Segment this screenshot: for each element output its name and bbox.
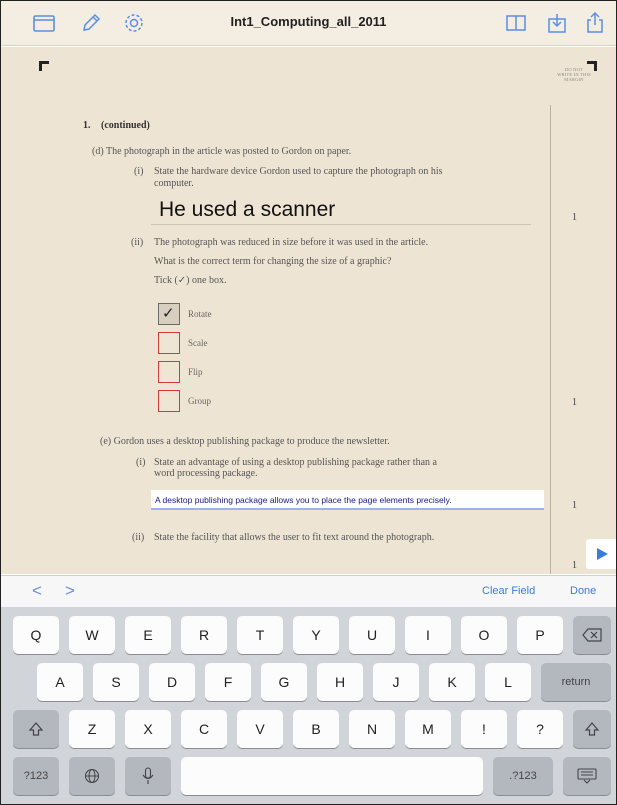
- key-z[interactable]: Z: [69, 710, 115, 748]
- shift-key-right[interactable]: [573, 710, 611, 748]
- key-r[interactable]: R: [181, 616, 227, 654]
- numbers-key-left[interactable]: ?123: [13, 757, 59, 795]
- play-icon: [597, 548, 608, 560]
- question-number: 1.: [83, 120, 91, 131]
- part-d-ii-question: What is the correct term for changing th…: [154, 256, 392, 267]
- key-i[interactable]: I: [405, 616, 451, 654]
- part-d-ii-text: The photograph was reduced in size befor…: [154, 237, 429, 248]
- key-h[interactable]: H: [317, 663, 363, 701]
- key-e[interactable]: E: [125, 616, 171, 654]
- shift-icon: [584, 722, 600, 736]
- share-icon[interactable]: [583, 11, 607, 35]
- app-window: Int1_Computing_all_2011 DO NOT WRITE IN …: [0, 0, 617, 805]
- key-u[interactable]: U: [349, 616, 395, 654]
- mark-value: 1: [572, 500, 577, 511]
- keyboard-dismiss-icon: [577, 768, 597, 784]
- next-field-button[interactable]: >: [65, 581, 75, 601]
- question-label: (continued): [101, 120, 150, 131]
- checkbox-rotate[interactable]: ✓: [158, 303, 180, 325]
- key-exclamation[interactable]: !: [461, 710, 507, 748]
- mark-value: 1: [572, 212, 577, 223]
- globe-icon: [84, 768, 100, 784]
- key-b[interactable]: B: [293, 710, 339, 748]
- key-t[interactable]: T: [237, 616, 283, 654]
- numbers-key-right[interactable]: .?123: [493, 757, 553, 795]
- answer-line: [151, 224, 531, 225]
- backspace-key[interactable]: [573, 616, 611, 654]
- crop-mark-icon: [39, 61, 49, 71]
- key-d[interactable]: D: [149, 663, 195, 701]
- mark-value: 1: [572, 397, 577, 408]
- key-c[interactable]: C: [181, 710, 227, 748]
- key-q[interactable]: Q: [13, 616, 59, 654]
- key-v[interactable]: V: [237, 710, 283, 748]
- key-f[interactable]: F: [205, 663, 251, 701]
- part-d-text: (d) The photograph in the article was po…: [92, 146, 352, 157]
- part-d-i-text-cont: computer.: [154, 178, 194, 189]
- key-s[interactable]: S: [93, 663, 139, 701]
- part-d-ii-instruction: Tick (✓) one box.: [154, 275, 227, 286]
- option-label: Group: [188, 396, 211, 406]
- return-key[interactable]: return: [541, 663, 611, 701]
- microphone-icon: [142, 767, 154, 784]
- shift-key-left[interactable]: [13, 710, 59, 748]
- book-icon[interactable]: [504, 11, 528, 35]
- part-d-ii-number: (ii): [131, 237, 144, 248]
- globe-key[interactable]: [69, 757, 115, 795]
- part-d-i-text: State the hardware device Gordon used to…: [154, 166, 443, 177]
- dismiss-keyboard-key[interactable]: [563, 757, 611, 795]
- key-n[interactable]: N: [349, 710, 395, 748]
- part-d-i-number: (i): [134, 166, 144, 177]
- folder-icon[interactable]: [32, 11, 56, 35]
- clear-field-button[interactable]: Clear Field: [482, 585, 535, 597]
- margin-divider: [550, 105, 551, 574]
- dictation-key[interactable]: [125, 757, 171, 795]
- backspace-icon: [582, 628, 602, 642]
- key-m[interactable]: M: [405, 710, 451, 748]
- mark-value: 1: [572, 560, 577, 571]
- top-toolbar: Int1_Computing_all_2011: [1, 1, 616, 46]
- space-key[interactable]: [181, 757, 483, 795]
- pencil-icon[interactable]: [79, 11, 103, 35]
- checkmark-icon: ✓: [162, 304, 175, 322]
- checkbox-flip[interactable]: [158, 361, 180, 383]
- key-l[interactable]: L: [485, 663, 531, 701]
- checkbox-scale[interactable]: [158, 332, 180, 354]
- option-label: Rotate: [188, 309, 212, 319]
- on-screen-keyboard: Q W E R T Y U I O P A S D F G H J K L re…: [1, 607, 616, 804]
- part-e-i-text-cont: word processing package.: [154, 468, 258, 479]
- keyboard-accessory-bar: < > Clear Field Done: [1, 575, 616, 607]
- key-y[interactable]: Y: [293, 616, 339, 654]
- answer-field-2[interactable]: A desktop publishing package allows you …: [151, 490, 544, 510]
- key-a[interactable]: A: [37, 663, 83, 701]
- previous-field-button[interactable]: <: [32, 581, 42, 601]
- key-j[interactable]: J: [373, 663, 419, 701]
- shift-icon: [28, 722, 44, 736]
- document-title: Int1_Computing_all_2011: [230, 14, 387, 29]
- part-e-text: (e) Gordon uses a desktop publishing pac…: [100, 436, 390, 447]
- document-page: DO NOT WRITE IN THIS MARGIN 1. (continue…: [1, 47, 616, 574]
- answer-field-1[interactable]: He used a scanner: [159, 198, 335, 222]
- key-o[interactable]: O: [461, 616, 507, 654]
- part-e-ii-number: (ii): [132, 532, 145, 543]
- key-question[interactable]: ?: [517, 710, 563, 748]
- play-button[interactable]: [586, 539, 616, 569]
- key-g[interactable]: G: [261, 663, 307, 701]
- margin-note: DO NOT WRITE IN THIS MARGIN: [557, 67, 591, 82]
- option-label: Scale: [188, 338, 208, 348]
- key-x[interactable]: X: [125, 710, 171, 748]
- key-k[interactable]: K: [429, 663, 475, 701]
- key-w[interactable]: W: [69, 616, 115, 654]
- part-e-i-number: (i): [136, 457, 146, 468]
- key-p[interactable]: P: [517, 616, 563, 654]
- export-icon[interactable]: [545, 11, 569, 35]
- gear-icon[interactable]: [122, 11, 146, 35]
- part-e-ii-text: State the facility that allows the user …: [154, 532, 435, 543]
- done-button[interactable]: Done: [570, 585, 596, 597]
- checkbox-group[interactable]: [158, 390, 180, 412]
- option-label: Flip: [188, 367, 203, 377]
